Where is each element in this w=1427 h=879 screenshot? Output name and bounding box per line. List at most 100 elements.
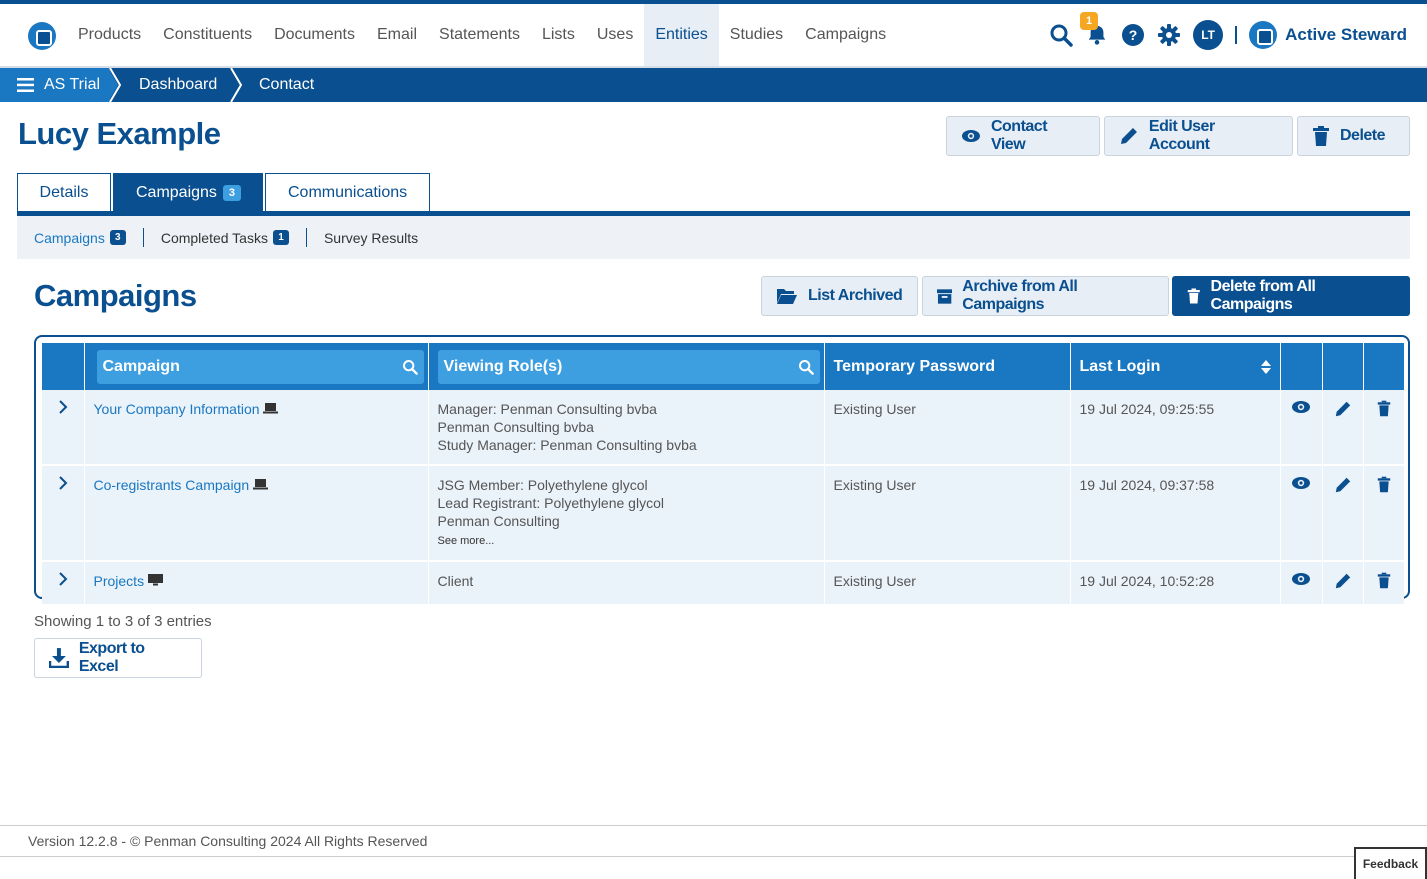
campaign-column-header[interactable]: Campaign [84, 343, 429, 390]
subtab-bar: Campaigns 3 Completed Tasks 1 Survey Res… [17, 216, 1410, 259]
list-archived-button[interactable]: List Archived [761, 276, 918, 316]
folder-open-icon [777, 289, 797, 304]
archive-all-button[interactable]: Archive from All Campaigns [922, 276, 1169, 316]
last-login-column-header[interactable]: Last Login [1070, 343, 1281, 390]
role-line: Manager: Penman Consulting bvba [437, 401, 657, 417]
pencil-icon[interactable] [1334, 572, 1352, 590]
archive-all-label: Archive from All Campaigns [962, 278, 1078, 313]
delete-cell [1363, 465, 1404, 562]
role-line: Study Manager: Penman Consulting bvba [437, 437, 697, 453]
laptop-icon [263, 403, 279, 414]
feedback-button[interactable]: Feedback [1354, 847, 1427, 879]
nav-lists[interactable]: Lists [531, 4, 586, 66]
download-icon [49, 648, 69, 668]
nav-products[interactable]: Products [67, 4, 152, 66]
delete-all-button[interactable]: Delete from All Campaigns [1172, 276, 1410, 316]
eye-icon[interactable] [1291, 572, 1311, 586]
tab-bar: Details Campaigns 3 Communications [17, 173, 432, 213]
expand-cell[interactable] [42, 561, 85, 606]
campaign-header-search[interactable]: Campaign [96, 349, 424, 384]
breadcrumb-dashboard[interactable]: Dashboard [139, 68, 217, 102]
eye-icon [961, 130, 980, 142]
trash-icon[interactable] [1377, 400, 1391, 417]
nav-studies[interactable]: Studies [719, 4, 794, 66]
chevron-right-icon[interactable] [58, 400, 68, 414]
breadcrumb-separator-icon [108, 68, 122, 102]
contact-view-button[interactable]: Contact View [946, 116, 1100, 156]
footer: Version 12.2.8 - © Penman Consulting 202… [0, 825, 1427, 857]
subtab-survey-results[interactable]: Survey Results [307, 228, 435, 247]
main-nav: Products Constituents Documents Email St… [67, 4, 897, 66]
edit-user-account-button[interactable]: Edit User Account [1104, 116, 1293, 156]
nav-entities[interactable]: Entities [644, 4, 719, 66]
nav-uses[interactable]: Uses [586, 4, 644, 66]
tab-campaigns-count: 3 [222, 185, 241, 201]
viewing-roles-header-label: Viewing Role(s) [443, 357, 563, 375]
role-line: JSG Member: Polyethylene glycol [437, 477, 648, 493]
search-icon[interactable] [402, 359, 418, 375]
nav-statements[interactable]: Statements [428, 4, 531, 66]
subtab-completed-tasks-label: Completed Tasks [160, 229, 268, 246]
trash-icon [1313, 126, 1329, 146]
menu-icon[interactable] [17, 78, 34, 92]
subtab-campaigns[interactable]: Campaigns 3 [17, 228, 144, 247]
temp-password-header-label: Temporary Password [833, 357, 996, 375]
campaign-link[interactable]: Your Company Information [94, 401, 260, 417]
roles-cell: Client [428, 561, 825, 606]
archive-icon [937, 288, 953, 304]
chevron-right-icon[interactable] [58, 476, 68, 490]
delete-cell [1363, 561, 1404, 606]
user-avatar[interactable]: LT [1193, 20, 1224, 50]
eye-icon[interactable] [1291, 476, 1311, 490]
breadcrumb-contact[interactable]: Contact [259, 68, 314, 102]
role-line: Lead Registrant: Polyethylene glycol [437, 495, 664, 511]
delete-button[interactable]: Delete [1297, 116, 1410, 156]
delete-label: Delete [1340, 127, 1386, 144]
tab-campaigns[interactable]: Campaigns 3 [113, 173, 263, 212]
app-logo-icon[interactable] [28, 22, 56, 50]
search-icon[interactable] [798, 359, 814, 375]
password-cell: Existing User [824, 561, 1071, 606]
trash-icon[interactable] [1377, 476, 1391, 493]
roles-cell: JSG Member: Polyethylene glycol Lead Reg… [428, 465, 825, 562]
subtab-campaigns-label: Campaigns [34, 229, 105, 246]
search-icon[interactable] [1049, 23, 1073, 47]
top-navbar: Products Constituents Documents Email St… [0, 0, 1427, 68]
help-icon[interactable]: ? [1121, 23, 1145, 47]
viewing-roles-header-search[interactable]: Viewing Role(s) [437, 349, 820, 384]
edit-cell [1322, 390, 1364, 466]
view-cell [1280, 561, 1323, 606]
tab-communications[interactable]: Communications [265, 173, 430, 212]
subtab-campaigns-count: 3 [109, 230, 126, 245]
subtab-completed-tasks[interactable]: Completed Tasks 1 [144, 228, 307, 247]
tab-details[interactable]: Details [17, 173, 111, 212]
chevron-right-icon[interactable] [58, 572, 68, 586]
brand-name: Active Steward [1285, 25, 1407, 44]
pencil-icon[interactable] [1334, 400, 1352, 418]
notification-badge: 1 [1080, 12, 1098, 30]
campaign-link[interactable]: Projects [94, 573, 145, 589]
expand-cell[interactable] [42, 465, 85, 562]
export-excel-button[interactable]: Export to Excel [34, 638, 202, 678]
eye-icon[interactable] [1291, 400, 1311, 414]
delete-cell [1363, 390, 1404, 466]
trash-icon[interactable] [1377, 572, 1391, 589]
divider [1235, 26, 1238, 44]
nav-constituents[interactable]: Constituents [152, 4, 263, 66]
breadcrumb-root[interactable]: AS Trial [17, 68, 100, 102]
nav-documents[interactable]: Documents [263, 4, 366, 66]
pencil-icon[interactable] [1334, 476, 1352, 494]
breadcrumb-root-label[interactable]: AS Trial [44, 68, 100, 102]
viewing-roles-column-header[interactable]: Viewing Role(s) [428, 343, 825, 390]
see-more-link[interactable]: See more... [438, 532, 815, 550]
page-title: Lucy Example [18, 116, 221, 151]
nav-email[interactable]: Email [366, 4, 428, 66]
expand-cell[interactable] [42, 390, 85, 466]
campaign-link[interactable]: Co-registrants Campaign [94, 477, 250, 493]
campaigns-table: Campaign Viewing Role(s) Temporary Passw… [42, 343, 1404, 606]
last-login-header-label: Last Login [1079, 357, 1161, 375]
nav-campaigns[interactable]: Campaigns [794, 4, 897, 66]
subtab-completed-tasks-count: 1 [272, 230, 289, 245]
gear-icon[interactable] [1157, 23, 1181, 47]
sort-icon[interactable] [1260, 359, 1271, 374]
